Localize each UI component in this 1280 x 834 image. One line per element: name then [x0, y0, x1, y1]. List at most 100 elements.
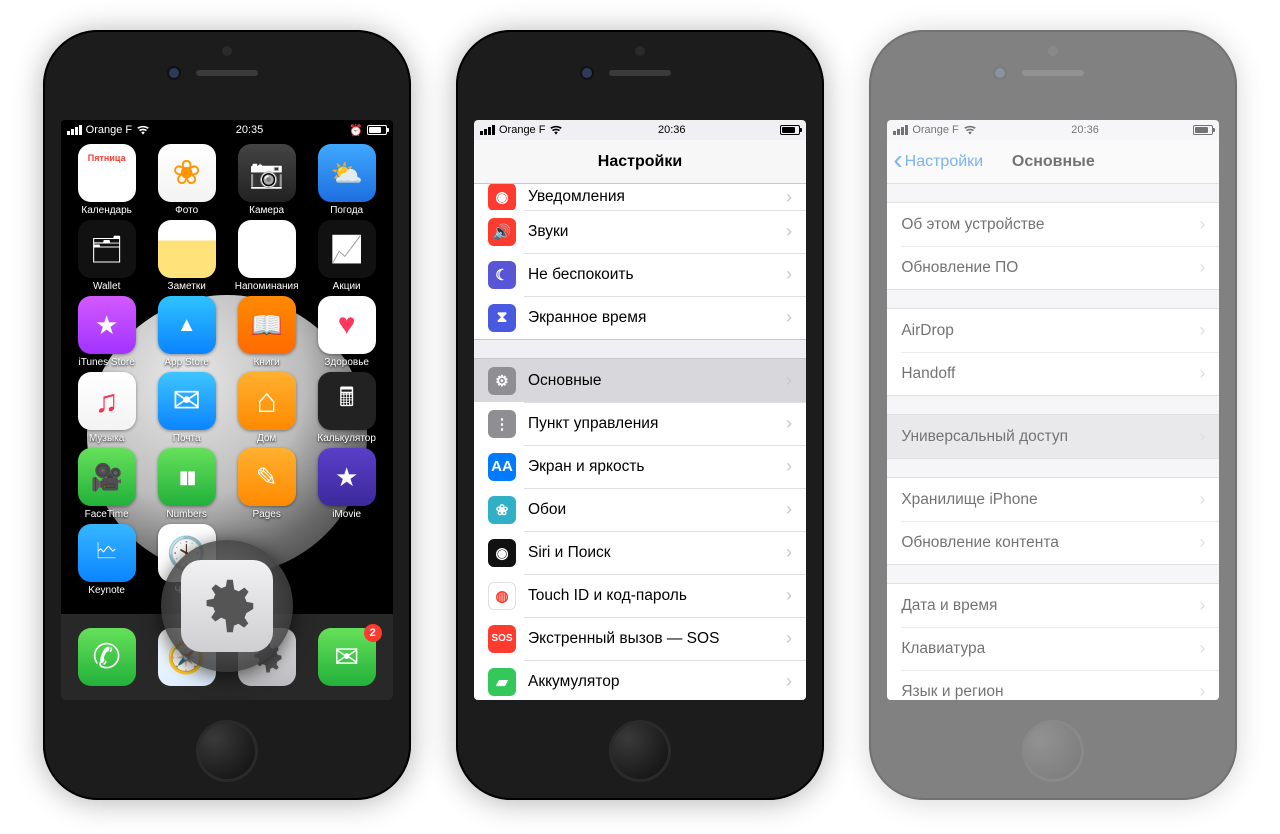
proximity-sensor	[635, 46, 645, 56]
proximity-sensor	[1048, 46, 1058, 56]
navbar-title: Настройки	[598, 153, 682, 171]
app-calendar[interactable]: Пятница 19 Календарь	[67, 144, 147, 216]
appstore-icon	[158, 296, 216, 354]
battery-icon	[780, 125, 800, 135]
row-sounds[interactable]: 🔊Звуки›	[474, 210, 806, 253]
chevron-right-icon: ›	[786, 585, 792, 606]
chevron-right-icon: ›	[786, 221, 792, 242]
books-icon	[238, 296, 296, 354]
springboard: Orange F 20:35 ⏰ Пятница 19 Календарь Фо…	[61, 120, 393, 700]
app-camera[interactable]: Камера	[227, 144, 307, 216]
row-handoff[interactable]: Handoff›	[887, 352, 1219, 395]
itunes-icon	[78, 296, 136, 354]
row-iphone-storage[interactable]: Хранилище iPhone›	[887, 478, 1219, 521]
chevron-right-icon: ›	[1199, 257, 1205, 278]
row-battery[interactable]: ▰Аккумулятор›	[474, 660, 806, 700]
row-general[interactable]: ⚙Основные›	[474, 359, 806, 402]
row-date-time[interactable]: Дата и время›	[887, 584, 1219, 627]
navbar: Настройки	[474, 140, 806, 184]
general-list[interactable]: Об этом устройстве› Обновление ПО› AirDr…	[887, 184, 1219, 700]
front-camera	[582, 68, 592, 78]
chevron-right-icon: ›	[1199, 681, 1205, 700]
row-sos[interactable]: SOSЭкстренный вызов — SOS›	[474, 617, 806, 660]
wallet-icon	[78, 220, 136, 278]
home-button[interactable]	[196, 720, 258, 782]
app-mail[interactable]: Почта	[147, 372, 227, 444]
app-appstore[interactable]: App Store	[147, 296, 227, 368]
row-airdrop[interactable]: AirDrop›	[887, 309, 1219, 352]
app-weather[interactable]: Погода	[307, 144, 387, 216]
row-language-region[interactable]: Язык и регион›	[887, 670, 1219, 700]
pages-icon	[238, 448, 296, 506]
row-touchid[interactable]: ◍Touch ID и код-пароль›	[474, 574, 806, 617]
reminders-icon	[238, 220, 296, 278]
app-imovie[interactable]: iMovie	[307, 448, 387, 520]
chevron-right-icon: ›	[786, 187, 792, 208]
settings-list[interactable]: ◉Уведомления› 🔊Звуки› ☾Не беспокоить› ⧗Э…	[474, 184, 806, 700]
chevron-right-icon: ›	[1199, 489, 1205, 510]
row-keyboard[interactable]: Клавиатура›	[887, 627, 1219, 670]
app-reminders[interactable]: Напоминания	[227, 220, 307, 292]
app-photos[interactable]: Фото	[147, 144, 227, 216]
stocks-icon	[318, 220, 376, 278]
app-calc[interactable]: Калькулятор	[307, 372, 387, 444]
camera-icon	[238, 144, 296, 202]
photos-icon	[158, 144, 216, 202]
numbers-icon	[158, 448, 216, 506]
calculator-icon	[318, 372, 376, 430]
app-health[interactable]: Здоровье	[307, 296, 387, 368]
app-wallet[interactable]: Wallet	[67, 220, 147, 292]
app-keynote[interactable]: Keynote	[67, 524, 147, 596]
chevron-right-icon: ›	[786, 542, 792, 563]
app-notes[interactable]: Заметки	[147, 220, 227, 292]
notes-icon	[158, 220, 216, 278]
row-notifications[interactable]: ◉Уведомления›	[474, 184, 806, 210]
alarm-icon: ⏰	[349, 124, 363, 137]
app-music[interactable]: Музыка	[67, 372, 147, 444]
wifi-icon	[963, 123, 977, 137]
row-software-update[interactable]: Обновление ПО›	[887, 246, 1219, 289]
row-accessibility[interactable]: Универсальный доступ›	[887, 415, 1219, 458]
back-button[interactable]: Настройки	[893, 140, 983, 183]
app-home[interactable]: Дом	[227, 372, 307, 444]
app-numbers[interactable]: Numbers	[147, 448, 227, 520]
dock-messages[interactable]: 2	[318, 628, 376, 686]
wifi-icon	[549, 123, 563, 137]
hourglass-icon: ⧗	[488, 304, 516, 332]
bell-icon: ◉	[488, 184, 516, 210]
settings-zoom-icon	[181, 560, 273, 652]
row-about[interactable]: Об этом устройстве›	[887, 203, 1219, 246]
settings-highlight[interactable]	[161, 540, 293, 672]
calendar-icon: Пятница 19	[78, 144, 136, 202]
dock-phone[interactable]	[78, 628, 136, 686]
row-siri[interactable]: ◉Siri и Поиск›	[474, 531, 806, 574]
status-bar: Orange F 20:36	[887, 120, 1219, 140]
app-books[interactable]: Книги	[227, 296, 307, 368]
chevron-right-icon: ›	[786, 307, 792, 328]
row-background-refresh[interactable]: Обновление контента›	[887, 521, 1219, 564]
moon-icon: ☾	[488, 261, 516, 289]
wifi-icon	[136, 123, 150, 137]
home-button[interactable]	[1022, 720, 1084, 782]
chevron-right-icon: ›	[1199, 595, 1205, 616]
facetime-icon	[78, 448, 136, 506]
music-icon	[78, 372, 136, 430]
row-screentime[interactable]: ⧗Экранное время›	[474, 296, 806, 339]
status-bar: Orange F 20:36	[474, 120, 806, 140]
row-display[interactable]: AAЭкран и яркость›	[474, 445, 806, 488]
chevron-right-icon: ›	[786, 671, 792, 692]
app-pages[interactable]: Pages	[227, 448, 307, 520]
row-dnd[interactable]: ☾Не беспокоить›	[474, 253, 806, 296]
chevron-right-icon: ›	[786, 370, 792, 391]
row-wallpaper[interactable]: ❀Обои›	[474, 488, 806, 531]
app-stocks[interactable]: Акции	[307, 220, 387, 292]
home-button[interactable]	[609, 720, 671, 782]
weather-icon	[318, 144, 376, 202]
chevron-right-icon: ›	[1199, 363, 1205, 384]
app-itunes[interactable]: iTunes Store	[67, 296, 147, 368]
app-facetime[interactable]: FaceTime	[67, 448, 147, 520]
row-control-center[interactable]: ⋮Пункт управления›	[474, 402, 806, 445]
sos-icon: SOS	[488, 625, 516, 653]
clock-label: 20:35	[236, 124, 264, 136]
signal-icon	[480, 125, 495, 135]
